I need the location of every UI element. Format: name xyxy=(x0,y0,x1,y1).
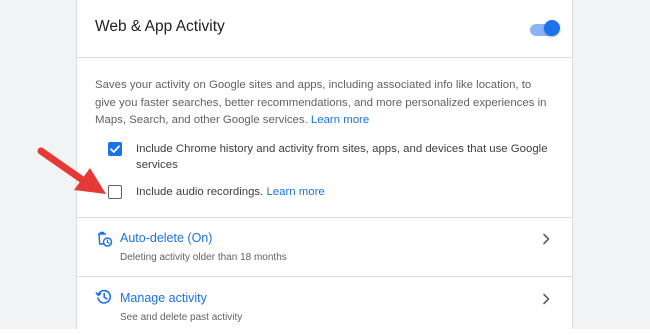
manage-activity-title: Manage activity xyxy=(120,291,207,305)
auto-delete-subtitle: Deleting activity older than 18 months xyxy=(120,252,287,263)
check-icon xyxy=(110,145,120,153)
web-app-activity-card: Web & App Activity Saves your activity o… xyxy=(76,0,573,329)
history-icon xyxy=(95,289,112,304)
audio-learn-more-link[interactable]: Learn more xyxy=(266,186,324,198)
audio-recordings-label: Include audio recordings. xyxy=(136,186,264,198)
audio-recordings-text: Include audio recordings. Learn more xyxy=(136,184,325,200)
auto-delete-icon xyxy=(98,231,113,247)
right-background xyxy=(573,0,650,329)
auto-delete-title: Auto-delete (On) xyxy=(120,231,213,245)
audio-recordings-checkbox[interactable] xyxy=(108,185,122,199)
description-learn-more-link[interactable]: Learn more xyxy=(311,114,369,126)
toggle-thumb xyxy=(544,20,560,36)
manage-activity-subtitle: See and delete past activity xyxy=(120,312,243,323)
chevron-right-icon xyxy=(543,233,550,245)
chrome-history-label: Include Chrome history and activity from… xyxy=(136,143,548,171)
manage-activity-row[interactable]: Manage activity See and delete past acti… xyxy=(77,277,572,335)
card-header: Web & App Activity xyxy=(77,0,572,58)
activity-toggle[interactable] xyxy=(530,19,560,39)
chrome-history-checkbox[interactable] xyxy=(108,142,122,156)
card-title: Web & App Activity xyxy=(95,18,225,35)
chevron-right-icon xyxy=(543,293,550,305)
activity-description: Saves your activity on Google sites and … xyxy=(95,77,550,130)
auto-delete-row[interactable]: Auto-delete (On) Deleting activity older… xyxy=(77,218,572,276)
annotation-arrow-icon xyxy=(37,147,106,194)
